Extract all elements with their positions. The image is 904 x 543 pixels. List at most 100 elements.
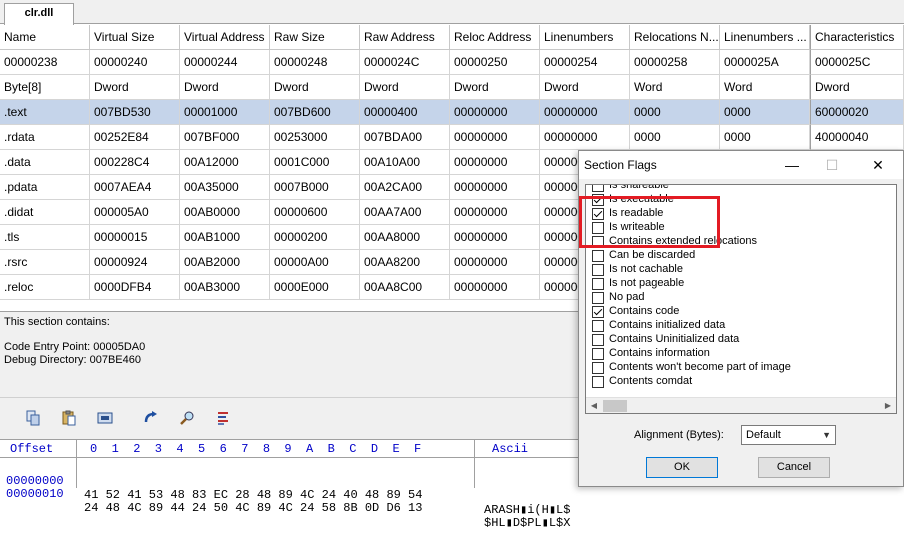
cell-raw-address[interactable]: 00A2CA00 bbox=[360, 175, 450, 200]
cell-linenumbers[interactable]: 00000000 bbox=[540, 100, 630, 125]
cell-reloc-address[interactable]: 00000000 bbox=[450, 150, 540, 175]
scrollbar-thumb[interactable] bbox=[603, 400, 627, 412]
cell-virtual-address[interactable]: 00AB1000 bbox=[180, 225, 270, 250]
alignment-select[interactable]: Default ▼ bbox=[741, 425, 836, 445]
table-row[interactable]: .rdata 00252E84 007BF000 00253000 007BDA00 00… bbox=[0, 125, 904, 150]
cell-characteristics[interactable]: Dword bbox=[810, 75, 904, 100]
cell-relocations-count[interactable]: 00000258 bbox=[630, 50, 720, 75]
cell-virtual-size[interactable]: 00000015 bbox=[90, 225, 180, 250]
cell-name[interactable]: .rsrc bbox=[0, 250, 90, 275]
cell-relocations-count[interactable]: 0000 bbox=[630, 125, 720, 150]
flag-checkbox[interactable] bbox=[592, 306, 604, 318]
cell-linenumbers-count[interactable]: Linenumbers ... bbox=[720, 25, 810, 50]
cell-name[interactable]: .rdata bbox=[0, 125, 90, 150]
scroll-right-icon[interactable]: ▶ bbox=[880, 398, 896, 413]
flag-item[interactable]: Contains initialized data bbox=[589, 319, 889, 333]
dialog-titlebar[interactable]: Section Flags — ☐ ✕ bbox=[579, 151, 903, 179]
cell-linenumbers-count[interactable]: 0000025A bbox=[720, 50, 810, 75]
cell-virtual-size[interactable]: 000228C4 bbox=[90, 150, 180, 175]
flag-item[interactable]: Contains code bbox=[589, 305, 889, 319]
cell-relocations-count[interactable]: 0000 bbox=[630, 100, 720, 125]
flag-checkbox[interactable] bbox=[592, 292, 604, 304]
cell-raw-address[interactable]: 00A10A00 bbox=[360, 150, 450, 175]
flag-checkbox[interactable] bbox=[592, 376, 604, 388]
flag-item[interactable]: Can be discarded bbox=[589, 249, 889, 263]
cell-virtual-address[interactable]: Virtual Address bbox=[180, 25, 270, 50]
cell-raw-size[interactable]: 0007B000 bbox=[270, 175, 360, 200]
flag-checkbox[interactable] bbox=[592, 278, 604, 290]
cell-raw-address[interactable]: 0000024C bbox=[360, 50, 450, 75]
cell-name[interactable]: .tls bbox=[0, 225, 90, 250]
cell-linenumbers[interactable]: 00000254 bbox=[540, 50, 630, 75]
tab-clr-dll[interactable]: clr.dll bbox=[4, 3, 74, 25]
flag-checkbox[interactable] bbox=[592, 185, 604, 192]
cell-reloc-address[interactable]: 00000000 bbox=[450, 250, 540, 275]
cell-linenumbers[interactable]: 00000000 bbox=[540, 125, 630, 150]
goto-offset-icon[interactable] bbox=[142, 409, 160, 427]
flags-horizontal-scrollbar[interactable]: ◀ ▶ bbox=[586, 397, 896, 413]
cancel-button[interactable]: Cancel bbox=[758, 457, 830, 478]
flag-item[interactable]: Is not pageable bbox=[589, 277, 889, 291]
cell-characteristics[interactable]: Characteristics bbox=[810, 25, 904, 50]
cell-virtual-address[interactable]: 00A35000 bbox=[180, 175, 270, 200]
cell-virtual-size[interactable]: Dword bbox=[90, 75, 180, 100]
cell-reloc-address[interactable]: 00000000 bbox=[450, 100, 540, 125]
cell-raw-size[interactable]: 00000248 bbox=[270, 50, 360, 75]
column-header-row[interactable]: Name Virtual Size Virtual Address Raw Size R… bbox=[0, 25, 904, 50]
cell-linenumbers-count[interactable]: 0000 bbox=[720, 100, 810, 125]
flag-checkbox[interactable] bbox=[592, 222, 604, 234]
cell-virtual-address[interactable]: 00001000 bbox=[180, 100, 270, 125]
cell-name[interactable]: .data bbox=[0, 150, 90, 175]
cell-raw-address[interactable]: 00AA7A00 bbox=[360, 200, 450, 225]
cell-virtual-size[interactable]: 00000924 bbox=[90, 250, 180, 275]
cell-raw-size[interactable]: 007BD600 bbox=[270, 100, 360, 125]
cell-name[interactable]: .didat bbox=[0, 200, 90, 225]
copy-icon[interactable] bbox=[24, 409, 42, 427]
flag-item[interactable]: Contains information bbox=[589, 347, 889, 361]
cell-reloc-address[interactable]: 00000000 bbox=[450, 200, 540, 225]
flag-checkbox[interactable] bbox=[592, 250, 604, 262]
hex-format-icon[interactable] bbox=[214, 409, 232, 427]
ok-button[interactable]: OK bbox=[646, 457, 718, 478]
cell-characteristics[interactable]: 40000040 bbox=[810, 125, 904, 150]
offset-row[interactable]: 00000238 00000240 00000244 00000248 0000024C… bbox=[0, 50, 904, 75]
flag-checkbox[interactable] bbox=[592, 194, 604, 206]
cell-linenumbers[interactable]: Dword bbox=[540, 75, 630, 100]
select-block-icon[interactable] bbox=[96, 409, 114, 427]
cell-linenumbers[interactable]: Linenumbers bbox=[540, 25, 630, 50]
cell-raw-size[interactable]: 0001C000 bbox=[270, 150, 360, 175]
cell-reloc-address[interactable]: 00000000 bbox=[450, 175, 540, 200]
close-icon[interactable]: ✕ bbox=[865, 155, 891, 175]
cell-raw-address[interactable]: Dword bbox=[360, 75, 450, 100]
cell-raw-address[interactable]: 00AA8200 bbox=[360, 250, 450, 275]
cell-relocations-count[interactable]: Word bbox=[630, 75, 720, 100]
cell-name[interactable]: .reloc bbox=[0, 275, 90, 300]
flag-item[interactable]: Is readable bbox=[589, 207, 889, 221]
cell-reloc-address[interactable]: 00000000 bbox=[450, 225, 540, 250]
scroll-left-icon[interactable]: ◀ bbox=[586, 398, 602, 413]
cell-raw-size[interactable]: Raw Size bbox=[270, 25, 360, 50]
cell-reloc-address[interactable]: Reloc Address bbox=[450, 25, 540, 50]
flag-item[interactable]: Contents comdat bbox=[589, 375, 889, 389]
cell-raw-size[interactable]: 00253000 bbox=[270, 125, 360, 150]
cell-name[interactable]: Name bbox=[0, 25, 90, 50]
cell-raw-address[interactable]: 00AA8C00 bbox=[360, 275, 450, 300]
minimize-icon[interactable]: — bbox=[779, 155, 805, 175]
cell-virtual-size[interactable]: 0007AEA4 bbox=[90, 175, 180, 200]
flag-item[interactable]: No pad bbox=[589, 291, 889, 305]
cell-raw-address[interactable]: 00000400 bbox=[360, 100, 450, 125]
search-icon[interactable] bbox=[178, 409, 196, 427]
cell-virtual-address[interactable]: Dword bbox=[180, 75, 270, 100]
cell-virtual-address[interactable]: 00A12000 bbox=[180, 150, 270, 175]
flags-list[interactable]: Is shareable Is executable Is readable Is w… bbox=[585, 184, 897, 414]
cell-raw-size[interactable]: 0000E000 bbox=[270, 275, 360, 300]
cell-name[interactable]: Byte[8] bbox=[0, 75, 90, 100]
cell-name[interactable]: .text bbox=[0, 100, 90, 125]
paste-icon[interactable] bbox=[60, 409, 78, 427]
flag-checkbox[interactable] bbox=[592, 208, 604, 220]
cell-virtual-address[interactable]: 00AB2000 bbox=[180, 250, 270, 275]
cell-reloc-address[interactable]: 00000000 bbox=[450, 275, 540, 300]
cell-virtual-size[interactable]: 007BD530 bbox=[90, 100, 180, 125]
cell-name[interactable]: 00000238 bbox=[0, 50, 90, 75]
cell-virtual-size[interactable]: Virtual Size bbox=[90, 25, 180, 50]
